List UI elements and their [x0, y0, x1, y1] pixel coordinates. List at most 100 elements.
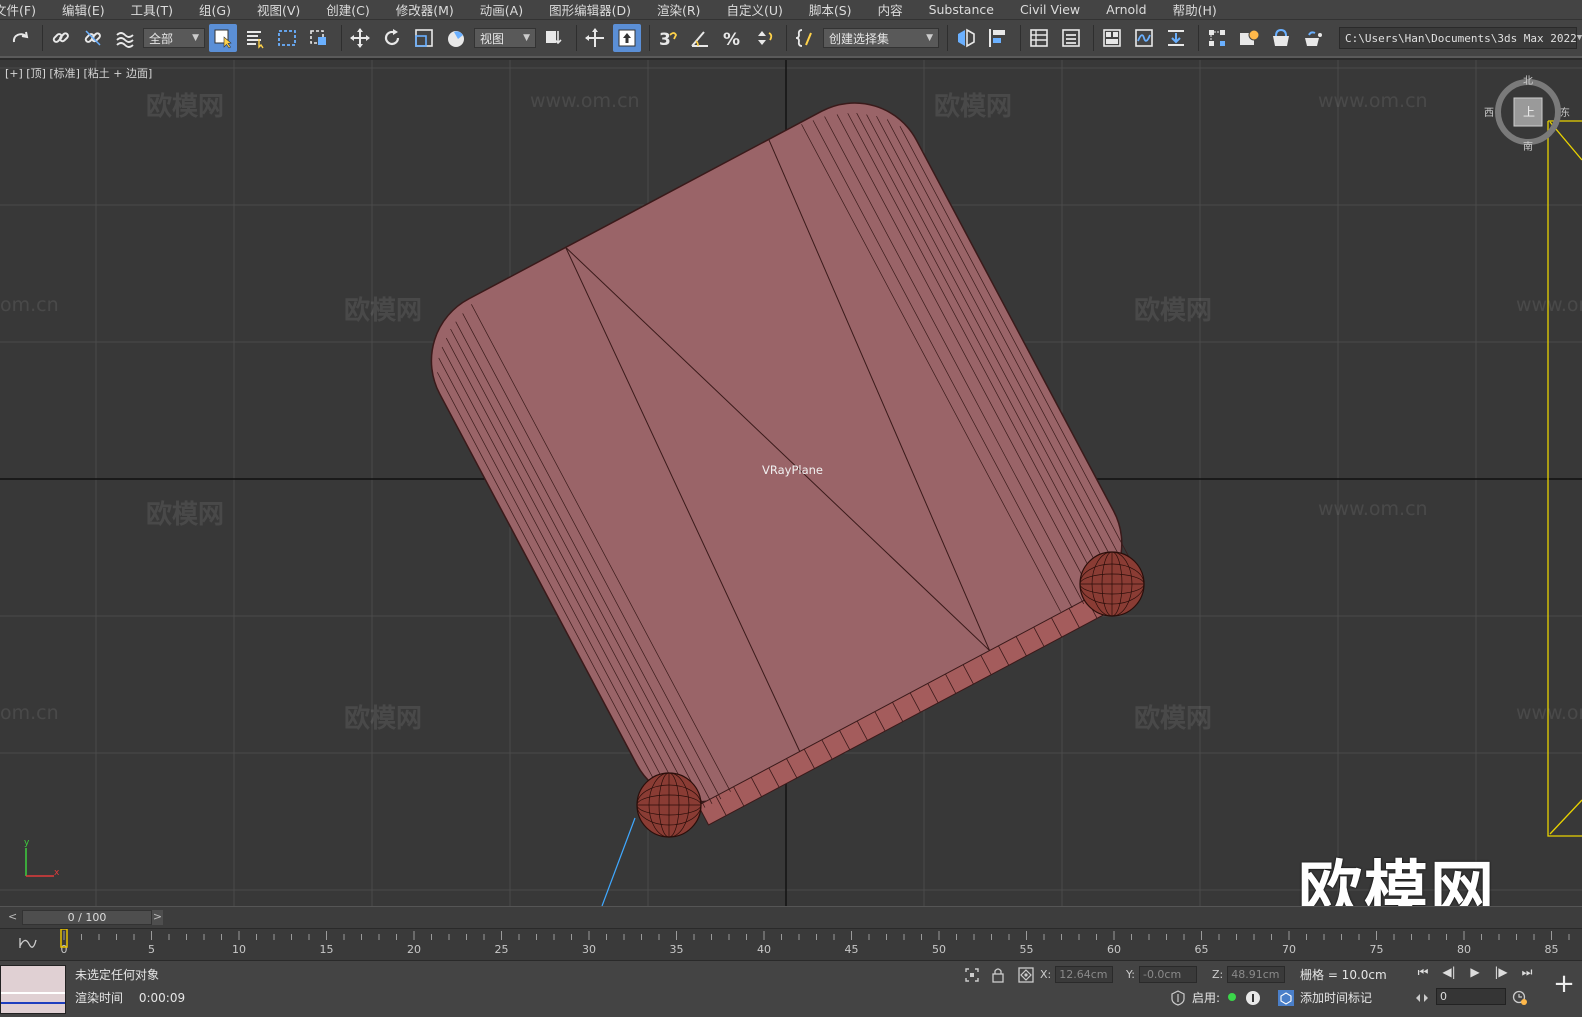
place-icon[interactable] — [442, 24, 470, 52]
add-time-tag-button[interactable]: 添加时间标记 — [1300, 989, 1372, 1006]
coord-y-field[interactable]: -0.0cm — [1138, 966, 1197, 983]
axis-tripod: y x — [20, 838, 60, 882]
next-frame-icon[interactable]: |▶ — [1490, 965, 1512, 983]
time-slider[interactable]: < 0 / 100 > — [0, 906, 1582, 928]
time-configuration-icon[interactable] — [1512, 990, 1528, 1006]
select-object-icon[interactable] — [209, 24, 237, 52]
play-icon[interactable]: ▶ — [1464, 965, 1486, 983]
named-selection-set-dropdown[interactable]: 创建选择集 ▼ — [823, 28, 939, 48]
time-slider-value[interactable]: 0 / 100 — [22, 910, 152, 925]
menu-civil-view[interactable]: Civil View — [1007, 2, 1093, 17]
go-to-start-icon[interactable]: ⏮ — [1412, 965, 1434, 983]
menu-group[interactable]: 组(G) — [186, 0, 244, 19]
cushion-object[interactable] — [0, 60, 1582, 906]
viewcube-east: 东 — [1560, 108, 1570, 119]
unlink-icon[interactable] — [79, 24, 107, 52]
viewport-label[interactable]: [+] [顶] [标准] [粘土 + 边面] — [5, 65, 152, 81]
menu-tools[interactable]: 工具(T) — [118, 0, 186, 19]
mirror-icon[interactable] — [952, 24, 980, 52]
scene-explorer-icon[interactable] — [1025, 24, 1053, 52]
isolate-selection-icon[interactable] — [964, 967, 980, 983]
previous-frame-icon[interactable]: ◀| — [1438, 965, 1460, 983]
selection-filter-dropdown[interactable]: 全部 ▼ — [143, 28, 205, 48]
toggle-ribbon-icon[interactable] — [1098, 24, 1126, 52]
select-by-name-icon[interactable] — [241, 24, 269, 52]
menu-edit[interactable]: 编辑(E) — [49, 0, 118, 19]
track-tick-label: 85 — [1545, 943, 1559, 956]
viewport-top[interactable]: 欧模网 www.om.cn 欧模网 www.om.cn om.cn 欧模网 ww… — [0, 60, 1582, 906]
menu-customize[interactable]: 自定义(U) — [713, 0, 795, 19]
track-tick-label: 75 — [1370, 943, 1384, 956]
svg-text:3: 3 — [659, 30, 671, 49]
align-icon[interactable] — [984, 24, 1012, 52]
bind-space-warp-icon[interactable] — [111, 24, 139, 52]
curve-editor-icon[interactable] — [1130, 24, 1158, 52]
select-manipulate-icon[interactable] — [581, 24, 609, 52]
go-to-end-icon[interactable]: ⏭ — [1516, 965, 1538, 983]
menu-content[interactable]: 内容 — [865, 0, 916, 19]
reference-coord-dropdown[interactable]: 视图 ▼ — [474, 28, 536, 48]
schematic-view-icon[interactable] — [1162, 24, 1190, 52]
time-slider-prev-button[interactable]: < — [8, 910, 19, 925]
pivot-center-icon[interactable] — [540, 24, 568, 52]
redo-icon[interactable] — [6, 24, 34, 52]
menu-file[interactable]: 文件(F) — [0, 0, 49, 19]
coord-z-label: Z: — [1212, 968, 1224, 981]
viewcube[interactable]: 上 北 西 东 南 — [1484, 74, 1570, 154]
link-icon[interactable] — [47, 24, 75, 52]
viewcube-north: 北 — [1523, 76, 1533, 87]
time-slider-next-button[interactable]: > — [152, 910, 163, 925]
angle-snap-icon[interactable] — [686, 24, 714, 52]
info-badge-icon[interactable] — [1245, 990, 1261, 1006]
track-tick-label: 45 — [845, 943, 859, 956]
time-tag-cube-icon[interactable] — [1278, 990, 1294, 1006]
viewcube-south: 南 — [1523, 142, 1533, 153]
track-tick-label: 70 — [1282, 943, 1296, 956]
coord-z-field[interactable]: 48.91cm — [1227, 966, 1286, 983]
menu-views[interactable]: 视图(V) — [244, 0, 313, 19]
rendered-frame-window-icon[interactable] — [1267, 24, 1295, 52]
project-path-field[interactable]: C:\Users\Han\Documents\3ds Max 2022 ▼ — [1339, 27, 1582, 49]
menu-modifiers[interactable]: 修改器(M) — [383, 0, 467, 19]
render-time-value: 0:00:09 — [138, 991, 186, 1005]
menu-create[interactable]: 创建(C) — [313, 0, 382, 19]
adaptive-degradation-icon[interactable] — [1170, 990, 1186, 1006]
enable-label: 启用: — [1192, 991, 1221, 1005]
menu-scripting[interactable]: 脚本(S) — [796, 0, 865, 19]
cushion-foot-left — [636, 772, 702, 838]
render-setup-icon[interactable] — [1235, 24, 1263, 52]
add-viewport-plus-button[interactable]: + — [1548, 966, 1580, 1004]
keyboard-shortcut-override-icon[interactable] — [613, 24, 641, 52]
menu-help[interactable]: 帮助(H) — [1160, 0, 1230, 19]
rect-selection-region-icon[interactable] — [273, 24, 301, 52]
rotate-icon[interactable] — [378, 24, 406, 52]
menu-animation[interactable]: 动画(A) — [467, 0, 536, 19]
maxscript-listener-mini[interactable] — [0, 965, 66, 1014]
absolute-mode-icon[interactable] — [1018, 967, 1034, 983]
window-crossing-icon[interactable] — [305, 24, 333, 52]
current-frame-field[interactable]: 0 — [1436, 988, 1506, 1005]
track-tick-label: 80 — [1457, 943, 1471, 956]
track-tick-label: 5 — [148, 943, 155, 956]
spinner-snap-icon[interactable] — [750, 24, 778, 52]
menu-graph-editors[interactable]: 图形编辑器(D) — [536, 0, 644, 19]
layer-explorer-icon[interactable] — [1057, 24, 1085, 52]
coord-x-field[interactable]: 12.64cm — [1055, 966, 1114, 983]
move-icon[interactable] — [346, 24, 374, 52]
percent-snap-icon[interactable]: % — [718, 24, 746, 52]
scale-icon[interactable] — [410, 24, 438, 52]
selection-lock-icon[interactable] — [990, 967, 1006, 983]
menu-rendering[interactable]: 渲染(R) — [644, 0, 713, 19]
material-editor-icon[interactable] — [1203, 24, 1231, 52]
axis-y-label: y — [24, 838, 30, 848]
track-bar[interactable]: 0 5 10 15 20 25 30 35 40 45 50 55 60 65 70 75 80 85 — [0, 928, 1582, 960]
edit-named-selection-icon[interactable] — [791, 24, 819, 52]
render-production-icon[interactable] — [1299, 24, 1327, 52]
coord-y: Y: -0.0cm — [1126, 966, 1197, 983]
menu-arnold[interactable]: Arnold — [1093, 2, 1159, 17]
snaps-toggle-icon[interactable]: 3 — [654, 24, 682, 52]
key-mode-toggle-icon[interactable] — [1414, 990, 1430, 1006]
menu-substance[interactable]: Substance — [916, 2, 1007, 17]
track-tick-label: 55 — [1020, 943, 1034, 956]
viewcube-face-label: 上 — [1523, 105, 1536, 119]
